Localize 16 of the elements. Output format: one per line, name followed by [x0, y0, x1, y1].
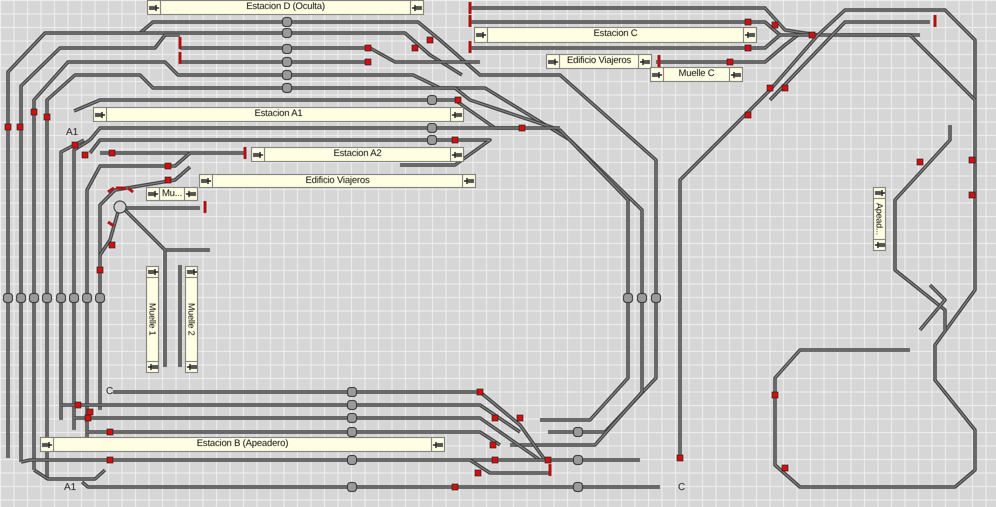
station-name: Estacion D (Oculta) [160, 1, 411, 14]
station-name: Muelle 1 [147, 277, 158, 362]
track-marker-label: C [106, 386, 114, 397]
track-marker-label: A1 [66, 127, 78, 138]
station-name: Muelle C [663, 68, 730, 81]
track-marker-label: A1 [64, 482, 76, 493]
station-name: Mu... [159, 188, 185, 200]
station-name: Apead... [874, 198, 885, 240]
station-name: Edificio Viajeros [559, 55, 639, 68]
station-name: Muelle 2 [186, 277, 197, 362]
station-name: Estacion A1 [106, 108, 451, 121]
station-name: Estacion A2 [264, 148, 451, 161]
station-name: Estacion B (Apeadero) [53, 438, 432, 451]
station-name: Edificio Viajeros [212, 175, 463, 187]
track-marker-label: C [678, 482, 686, 493]
station-name: Estacion C [487, 28, 744, 42]
